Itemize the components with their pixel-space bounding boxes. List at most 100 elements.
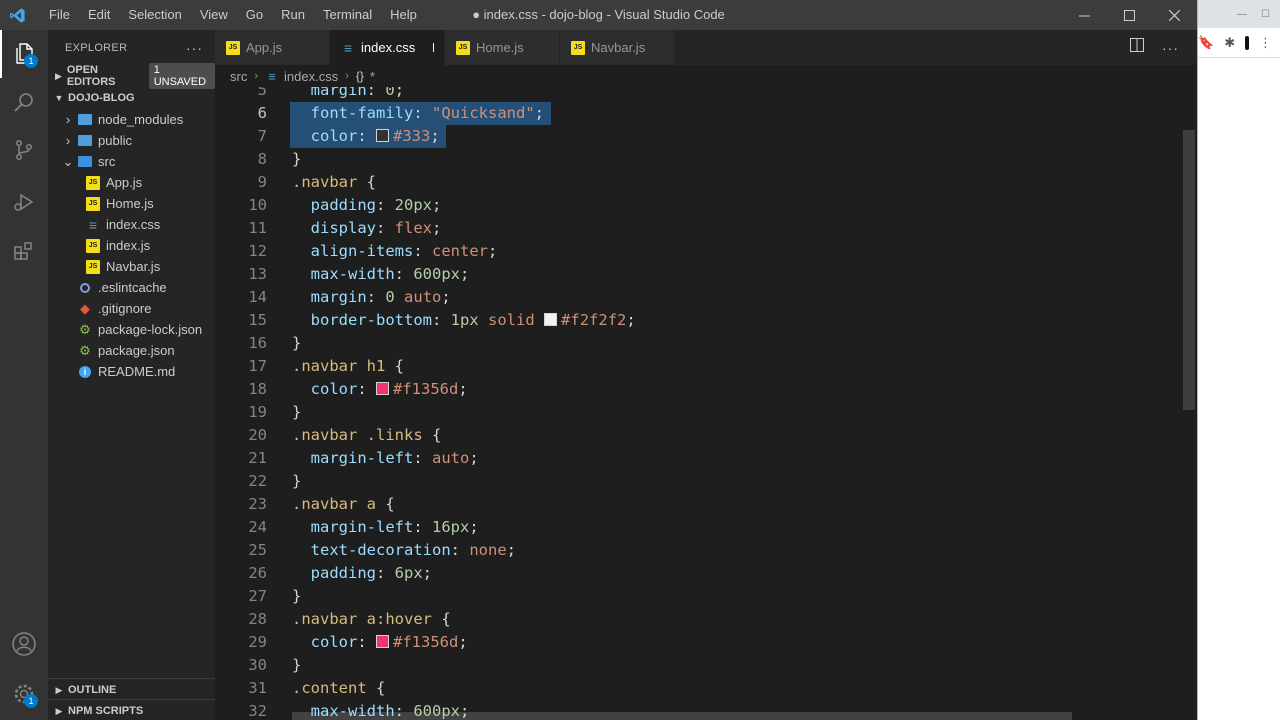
code-line: 16} bbox=[215, 332, 1175, 355]
code-token: color bbox=[310, 127, 358, 145]
menu-item-file[interactable]: File bbox=[40, 0, 79, 30]
file-item[interactable]: .eslintcache bbox=[48, 277, 215, 298]
file-item[interactable]: JS Navbar.js bbox=[48, 256, 215, 277]
unsaved-badge: 1 UNSAVED bbox=[148, 63, 215, 89]
code-token: .navbar a:hover bbox=[292, 610, 432, 628]
menu-item-run[interactable]: Run bbox=[272, 0, 314, 30]
menu-item-go[interactable]: Go bbox=[237, 0, 272, 30]
code-token: .navbar h1 bbox=[292, 357, 386, 375]
maximize-icon[interactable]: ☐ bbox=[1261, 9, 1270, 20]
code-token: : bbox=[376, 219, 395, 237]
code-token: } bbox=[292, 150, 302, 168]
extensions-icon[interactable] bbox=[0, 227, 48, 275]
code-token: flex bbox=[394, 219, 432, 237]
code-text: max-width: 600px; bbox=[292, 700, 470, 720]
file-item[interactable]: ≡ index.css bbox=[48, 214, 215, 235]
code-token: : bbox=[366, 288, 386, 306]
npm-file-icon: ⚙ bbox=[79, 321, 91, 337]
breadcrumb-symbol[interactable]: * bbox=[370, 69, 375, 84]
maximize-icon[interactable] bbox=[1107, 0, 1152, 30]
menu-item-selection[interactable]: Selection bbox=[119, 0, 190, 30]
chevron-right-icon: ▶ bbox=[55, 705, 63, 716]
outline-label: OUTLINE bbox=[68, 684, 117, 696]
menu-item-terminal[interactable]: Terminal bbox=[314, 0, 381, 30]
code-token: : bbox=[376, 196, 395, 214]
outline-section[interactable]: ▶ OUTLINE bbox=[48, 678, 215, 701]
open-editors-section[interactable]: ▶ OPEN EDITORS 1 UNSAVED bbox=[48, 63, 215, 89]
menu-item-view[interactable]: View bbox=[191, 0, 237, 30]
npm-file-icon: ⚙ bbox=[79, 342, 91, 358]
search-icon[interactable] bbox=[0, 78, 48, 126]
line-number: 16 bbox=[248, 334, 267, 352]
menu-item-help[interactable]: Help bbox=[381, 0, 426, 30]
more-menu-icon[interactable]: ⋮ bbox=[1259, 35, 1272, 51]
folder-item[interactable]: › node_modules bbox=[48, 109, 215, 130]
code-token: ; bbox=[458, 380, 468, 398]
color-swatch[interactable] bbox=[376, 129, 390, 142]
tab-app-js[interactable]: JS App.js bbox=[215, 30, 330, 65]
code-token: auto bbox=[404, 288, 442, 306]
file-item[interactable]: JS App.js bbox=[48, 172, 215, 193]
account-icon[interactable] bbox=[0, 620, 48, 668]
file-item[interactable]: JS index.js bbox=[48, 235, 215, 256]
chevron-right-icon: › bbox=[65, 133, 71, 148]
more-actions-icon[interactable]: ··· bbox=[186, 40, 203, 56]
code-token: 16px bbox=[432, 518, 470, 536]
code-token: : bbox=[376, 564, 395, 582]
line-number: 31 bbox=[248, 679, 267, 697]
line-number: 12 bbox=[248, 242, 267, 260]
manage-gear-icon[interactable]: 1 bbox=[0, 670, 48, 718]
code-token: : bbox=[432, 311, 451, 329]
color-swatch[interactable] bbox=[376, 382, 390, 395]
bookmark-icon[interactable]: 🔖 bbox=[1198, 35, 1214, 51]
code-token: #f1356d bbox=[393, 633, 459, 651]
code-token: } bbox=[292, 334, 302, 352]
folder-item[interactable]: ⌄ src bbox=[48, 151, 215, 172]
file-item[interactable]: ⚙ package.json bbox=[48, 340, 215, 361]
tree-item-label: package-lock.json bbox=[98, 322, 203, 337]
color-swatch[interactable] bbox=[544, 313, 558, 326]
more-actions-icon[interactable]: ··· bbox=[1162, 40, 1179, 56]
code-line: 23 .navbar a { bbox=[215, 493, 1175, 516]
line-number: 17 bbox=[248, 357, 267, 375]
split-editor-icon[interactable] bbox=[1130, 38, 1144, 57]
npm-scripts-section[interactable]: ▶ NPM SCRIPTS bbox=[48, 699, 215, 720]
project-section[interactable]: ▼ DOJO-BLOG bbox=[48, 87, 215, 109]
tab-home-js[interactable]: JS Home.js bbox=[445, 30, 560, 65]
tab-index-css[interactable]: ≡ index.css bbox=[330, 30, 445, 65]
code-line: 24 margin-left: 16px; bbox=[215, 516, 1175, 539]
code-text: } bbox=[292, 654, 301, 677]
extensions-icon[interactable]: ✱ bbox=[1224, 35, 1235, 51]
css-file-icon: ≡ bbox=[343, 39, 353, 56]
unsaved-dot-icon[interactable] bbox=[433, 43, 434, 52]
color-swatch[interactable] bbox=[376, 635, 390, 648]
folder-item[interactable]: › public bbox=[48, 130, 215, 151]
explorer-icon[interactable]: 1 bbox=[0, 30, 48, 78]
minimize-icon[interactable] bbox=[1062, 0, 1107, 30]
file-item[interactable]: ⚙ package-lock.json bbox=[48, 319, 215, 340]
tab-navbar-js[interactable]: JS Navbar.js bbox=[560, 30, 675, 65]
file-item[interactable]: JS Home.js bbox=[48, 193, 215, 214]
close-icon[interactable] bbox=[1152, 0, 1197, 30]
breadcrumb-file[interactable]: index.css bbox=[284, 69, 338, 84]
source-control-icon[interactable] bbox=[0, 126, 48, 174]
vertical-scrollbar[interactable] bbox=[1183, 130, 1195, 410]
line-number: 27 bbox=[248, 587, 267, 605]
file-item[interactable]: ◆ .gitignore bbox=[48, 298, 215, 319]
code-token: : bbox=[394, 265, 414, 283]
code-token: margin-left bbox=[310, 449, 414, 467]
breadcrumb-folder[interactable]: src bbox=[230, 69, 247, 84]
file-item[interactable]: i README.md bbox=[48, 361, 215, 382]
run-debug-icon[interactable] bbox=[0, 178, 48, 226]
code-token: { bbox=[366, 679, 386, 697]
code-token: font-family bbox=[310, 104, 414, 122]
code-editor[interactable]: 5 margin: 0; 6 font-family: "Quicksand"; 7… bbox=[215, 87, 1197, 720]
code-token: margin-left bbox=[310, 518, 414, 536]
tree-item-label: .gitignore bbox=[98, 301, 152, 316]
menu-item-edit[interactable]: Edit bbox=[79, 0, 119, 30]
profile-avatar[interactable] bbox=[1245, 35, 1249, 50]
code-text: } bbox=[292, 148, 301, 171]
code-line: 15 border-bottom: 1px solid #f2f2f2; bbox=[215, 309, 1175, 332]
minimize-icon[interactable]: — bbox=[1237, 9, 1247, 20]
